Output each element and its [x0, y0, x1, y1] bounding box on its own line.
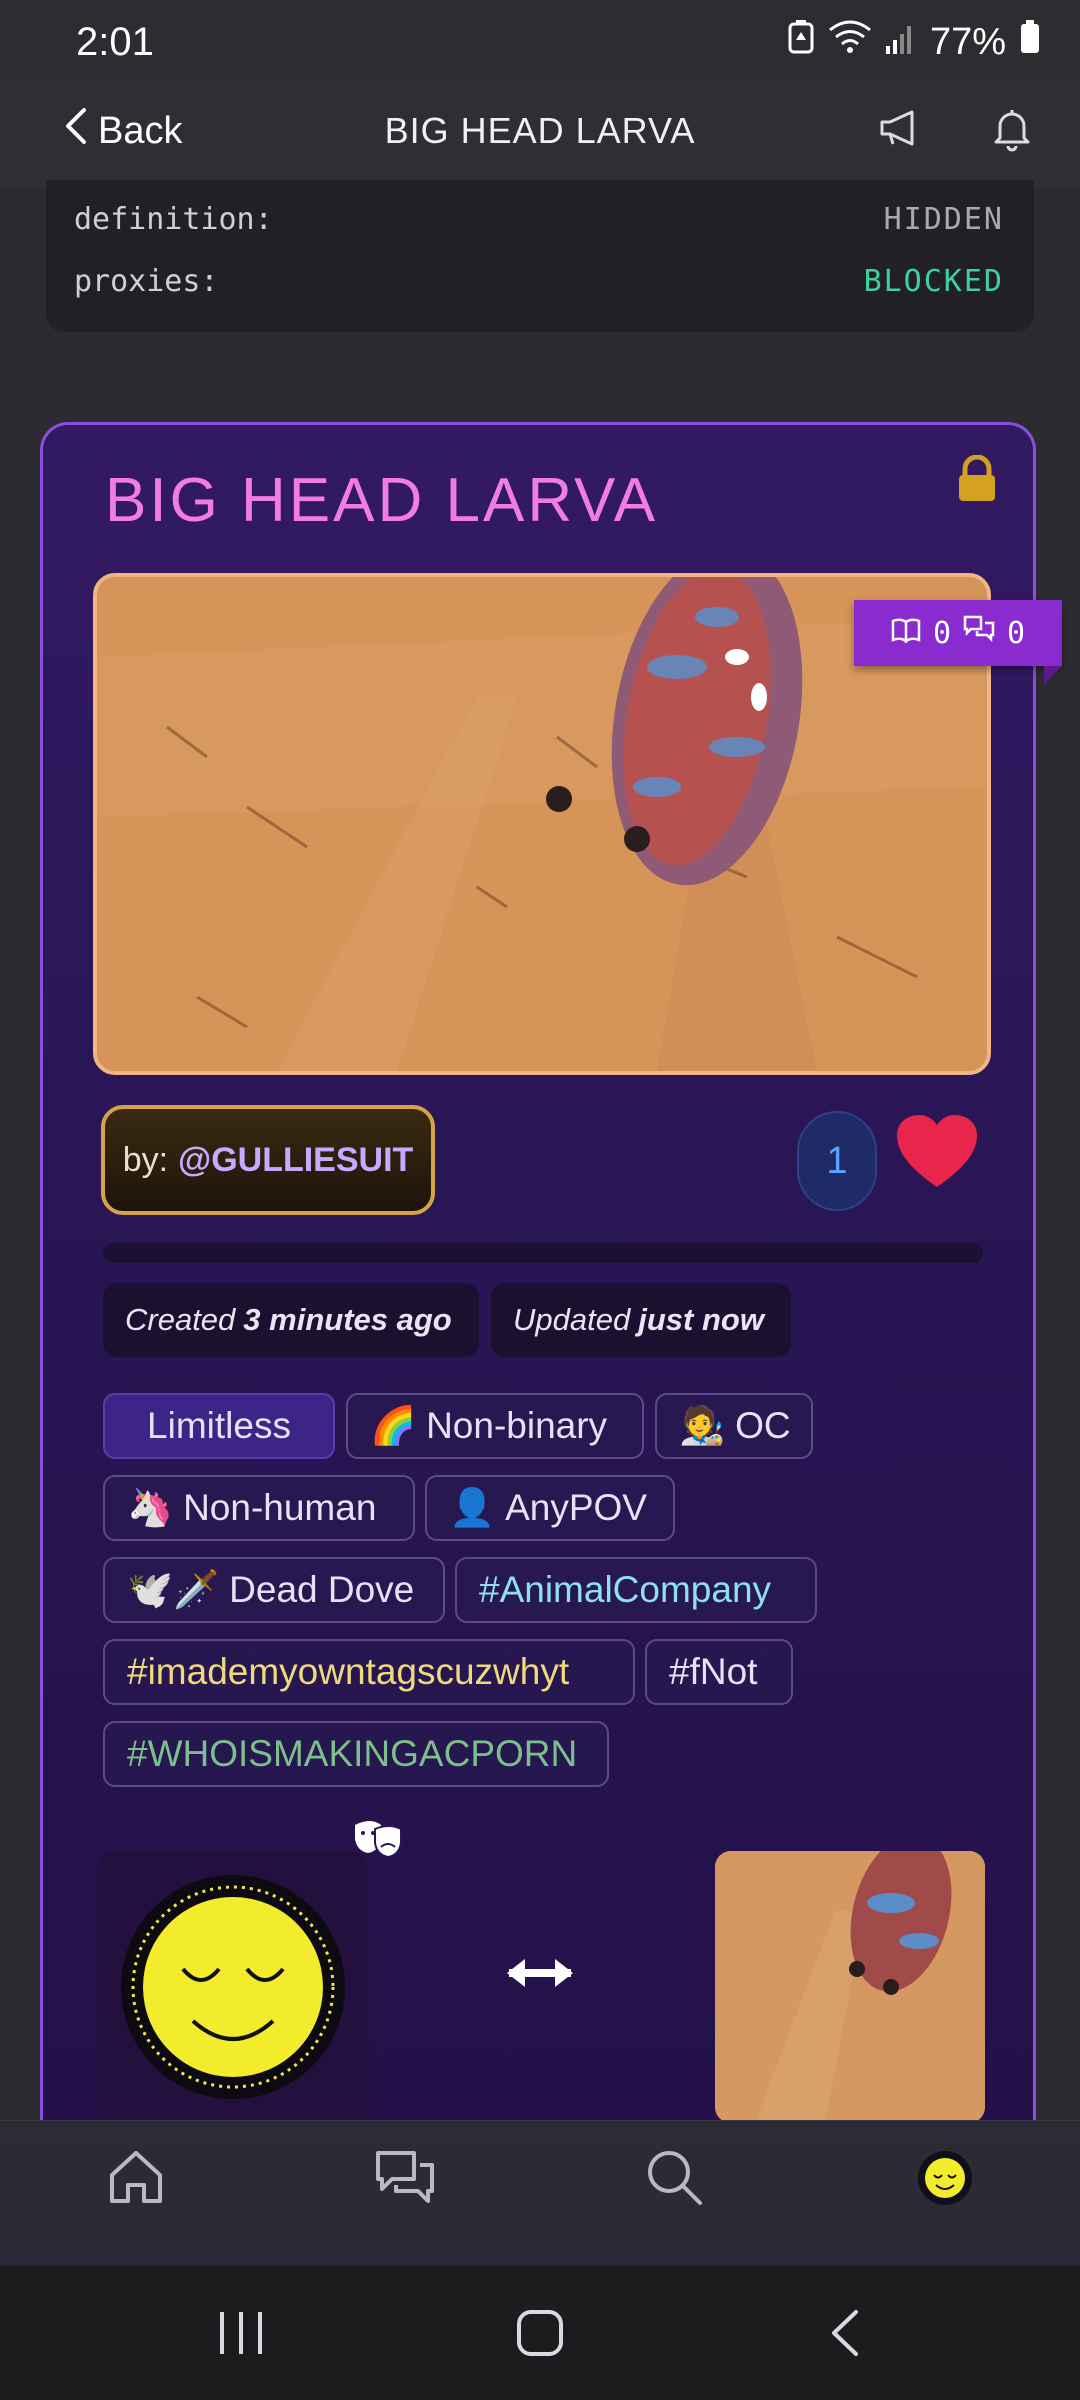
tag-label: Non-human — [183, 1487, 377, 1528]
chat-bubbles-icon — [963, 615, 995, 651]
byline-prefix: by: — [122, 1140, 169, 1179]
reads-count: 0 — [932, 615, 951, 651]
info-value: BLOCKED — [863, 264, 1004, 299]
battery-percent: 77% — [929, 20, 1006, 63]
chats-count: 0 — [1007, 615, 1026, 651]
tag-label: Dead Dove — [229, 1569, 415, 1610]
status-icons: 77% — [788, 20, 1040, 64]
tag-label: Non-binary — [426, 1405, 608, 1446]
info-row-proxies: proxies: BLOCKED — [74, 264, 1004, 299]
tag-label: AnyPOV — [505, 1487, 647, 1528]
created-pill: Created 3 minutes ago — [103, 1283, 479, 1357]
tag-whoismaking[interactable]: #WHOISMAKINGACPORN — [103, 1721, 609, 1787]
home-icon[interactable] — [106, 2147, 166, 2212]
tag-anypov[interactable]: 👤 AnyPOV — [425, 1475, 675, 1541]
top-app-bar: Back BIG HEAD LARVA — [0, 80, 1080, 188]
lock-icon — [955, 454, 999, 508]
theater-masks-icon[interactable] — [351, 1819, 405, 1864]
wifi-icon — [828, 20, 872, 64]
recent-apps-icon[interactable] — [218, 2308, 264, 2363]
unicorn-icon: 🦄 — [127, 1486, 174, 1528]
tag-label: #imademyowntagscuzwhyt — [127, 1651, 570, 1692]
profile-avatar-icon[interactable] — [916, 2149, 974, 2212]
search-icon[interactable] — [644, 2147, 704, 2212]
tag-label: #WHOISMAKINGACPORN — [127, 1733, 578, 1774]
info-value: HIDDEN — [883, 202, 1004, 237]
definition-info-card: definition: HIDDEN proxies: BLOCKED — [46, 180, 1034, 332]
tag-fnot[interactable]: #fNot — [645, 1639, 793, 1705]
tag-animalcompany[interactable]: #AnimalCompany — [455, 1557, 817, 1623]
signal-icon — [885, 21, 916, 64]
heart-icon[interactable] — [895, 1113, 979, 1194]
system-navigation-bar — [0, 2266, 1080, 2400]
tag-imademyowntags[interactable]: #imademyowntagscuzwhyt — [103, 1639, 635, 1705]
person-silhouette-icon: 👤 — [449, 1486, 496, 1528]
tag-dead-dove[interactable]: 🕊️🗡️ Dead Dove — [103, 1557, 445, 1623]
status-time: 2:01 — [76, 20, 154, 64]
updated-pill: Updated just now — [491, 1283, 791, 1357]
tag-label: #AnimalCompany — [479, 1569, 772, 1610]
created-prefix: Created — [125, 1302, 236, 1337]
character-thumbnail[interactable] — [715, 1851, 985, 2123]
progress-track — [103, 1243, 983, 1263]
tag-non-human[interactable]: 🦄 Non-human — [103, 1475, 415, 1541]
battery-icon — [1020, 20, 1040, 64]
updated-value: just now — [638, 1302, 764, 1337]
reads-chats-badge: 0 0 — [854, 600, 1062, 684]
like-count-badge: 1 — [797, 1111, 877, 1211]
updated-prefix: Updated — [513, 1302, 631, 1337]
dove-dagger-icon: 🕊️🗡️ — [127, 1568, 220, 1610]
character-title: BIG HEAD LARVA — [105, 466, 659, 535]
megaphone-icon[interactable] — [876, 104, 924, 157]
home-button-icon[interactable] — [516, 2308, 564, 2363]
tag-label: #fNot — [669, 1651, 758, 1692]
tag-limitless[interactable]: Limitless — [103, 1393, 335, 1459]
info-key: proxies: — [74, 264, 219, 299]
tag-oc[interactable]: 🧑‍🎨 OC — [655, 1393, 813, 1459]
author-handle: @GULLIESUIT — [178, 1140, 414, 1179]
book-icon — [891, 616, 921, 651]
battery-saver-icon — [788, 20, 814, 64]
tag-label: OC — [735, 1405, 791, 1446]
author-byline-button[interactable]: by: @GULLIESUIT — [101, 1105, 435, 1215]
status-bar: 2:01 77% — [0, 0, 1080, 80]
info-row-definition: definition: HIDDEN — [74, 202, 1004, 237]
rainbow-icon: 🌈 — [370, 1404, 417, 1446]
larva-thumbnail-image — [715, 1851, 985, 2123]
swap-arrows-icon — [505, 1955, 575, 1996]
bottom-navigation — [0, 2120, 1080, 2267]
smiley-face-image — [121, 1875, 345, 2099]
tag-non-binary[interactable]: 🌈 Non-binary — [346, 1393, 644, 1459]
chat-icon[interactable] — [374, 2147, 436, 2212]
info-key: definition: — [74, 202, 273, 237]
tag-label: Limitless — [147, 1405, 291, 1446]
system-back-icon[interactable] — [828, 2308, 862, 2363]
bell-icon[interactable] — [988, 104, 1036, 157]
persona-avatar[interactable] — [97, 1851, 369, 2123]
created-value: 3 minutes ago — [243, 1302, 452, 1337]
character-card: BIG HEAD LARVA by: @GULLIESUIT 1 Created… — [40, 422, 1036, 2123]
artist-icon: 🧑‍🎨 — [679, 1404, 726, 1446]
